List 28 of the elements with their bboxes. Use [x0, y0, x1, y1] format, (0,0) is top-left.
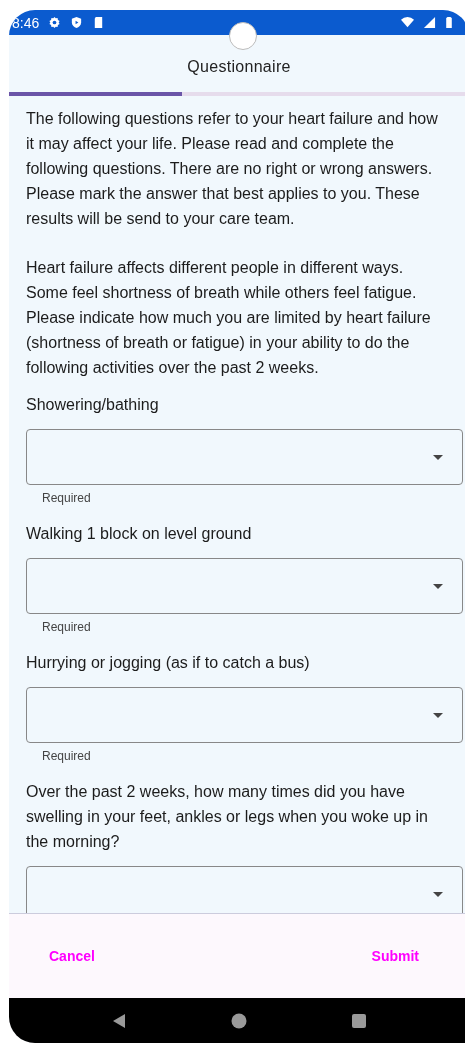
overview-icon[interactable] — [351, 1012, 367, 1029]
home-icon[interactable] — [231, 1012, 247, 1029]
status-time: 8:46 — [12, 14, 40, 31]
intro-paragraph: The following questions refer to your heart failure and how it may affect your life. Please read and complete the following questions. There are no right or wrong answers. Please mark the answer that best applies to you. These results will be send to your care team. — [26, 109, 439, 229]
caret-icon — [433, 713, 443, 718]
dropdown-field[interactable] — [26, 558, 463, 614]
helper-text: Required — [41, 748, 92, 763]
gear-icon — [48, 16, 62, 29]
cancel-button[interactable]: Cancel — [37, 940, 107, 972]
wifi-icon — [401, 16, 414, 29]
battery-icon — [445, 16, 453, 29]
submit-button[interactable]: Submit — [359, 940, 431, 972]
helper-text: Required — [41, 619, 92, 634]
shield-icon — [70, 16, 84, 29]
question-label: Showering/bathing — [26, 395, 160, 415]
signal-icon — [423, 16, 436, 29]
caret-icon — [433, 455, 443, 460]
intro-paragraph: Heart failure affects different people in different ways. Some feel shortness of breath while others feel fatigue. Please indicate how much you are limited by heart failure (shortness of breath or fatigue) in your ability to do the following activities over the past 2 weeks. — [26, 258, 432, 378]
caret-icon — [433, 584, 443, 589]
question-label: Walking 1 block on level ground — [26, 524, 253, 544]
back-icon[interactable] — [111, 1012, 127, 1029]
dropdown-field[interactable] — [26, 687, 463, 743]
question-label: Hurrying or jogging (as if to catch a bus) — [26, 653, 311, 673]
helper-text: Required — [41, 490, 92, 505]
caret-icon — [433, 892, 443, 897]
dropdown-field[interactable] — [26, 429, 463, 485]
screen-title: Questionnaire — [187, 57, 291, 76]
question-label: Over the past 2 weeks, how many times did you have swelling in your feet, ankles or legs when you woke up in the morning? — [26, 782, 429, 852]
